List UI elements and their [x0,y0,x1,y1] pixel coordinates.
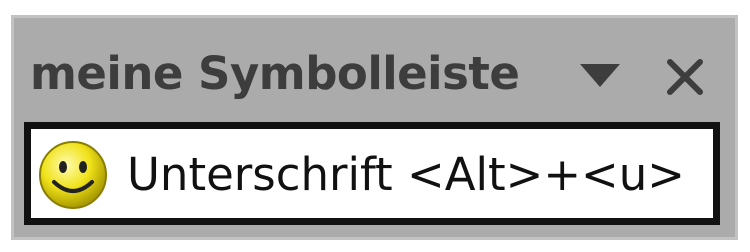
close-icon[interactable] [660,52,710,102]
smiley-icon [36,138,110,212]
toolbar-title: meine Symbolleiste [30,47,520,100]
signature-button-label: Unterschrift <Alt>+<u> [127,148,685,201]
signature-button[interactable]: Unterschrift <Alt>+<u> [31,129,713,218]
dropdown-arrow-icon[interactable] [574,54,626,94]
toolbar-window: meine Symbolleiste Unterschrift <Alt>+<u… [11,15,738,240]
toolbar-title-bar[interactable]: meine Symbolleiste [14,18,735,126]
toolbar-body: Unterschrift <Alt>+<u> [24,122,720,225]
